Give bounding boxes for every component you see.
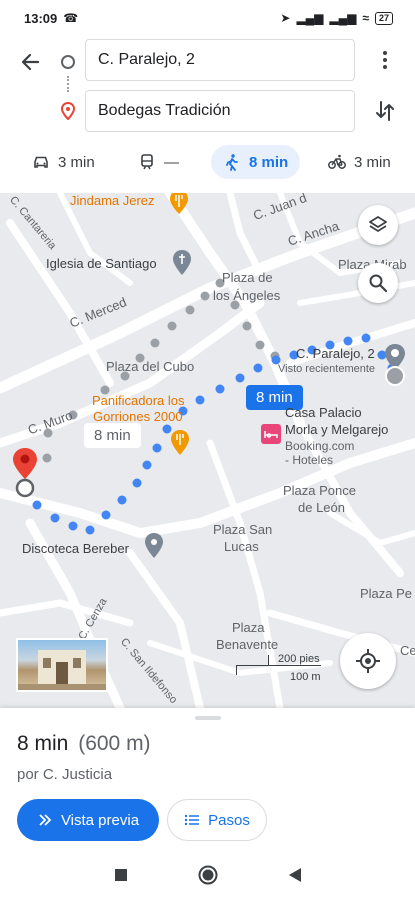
hotel-icon[interactable] [260,423,282,445]
system-nav-bar [0,850,415,900]
layers-icon [369,216,387,232]
scale-bar [236,665,321,666]
food-pin-icon[interactable] [169,429,191,457]
dot [383,51,387,55]
plaza-cubo-label: Plaza del Cubo [106,359,195,374]
more-options-button[interactable] [373,48,397,72]
dot [383,58,387,62]
location-arrow-icon: ➤ [280,11,291,25]
destination-pin-icon [60,102,76,120]
mode-bike-label: 3 min [354,153,391,171]
plaza-angeles-label-1: Plaza de [222,270,273,285]
status-bar: 13:09 ☎ ➤ ▂▄▆ ▂▄▆ ≈ 27 [0,0,415,36]
dot [383,65,387,69]
car-icon [34,156,48,168]
plaza-benavente-2: Benavente [216,637,279,652]
route-duration: 8 min [17,732,69,755]
swap-route-button[interactable] [373,99,397,123]
place-pin-icon[interactable] [143,532,165,560]
route-distance: (600 m) [78,732,151,755]
plaza-san-lucas-1: Plaza San [213,522,273,537]
ce-label: Ce [400,643,415,658]
alt-route-duration[interactable]: 8 min [84,423,141,448]
poi-iglesia-santiago[interactable]: Iglesia de Santiago [46,256,157,271]
origin-circle-icon [61,55,75,69]
poi-casa-palacio-4: - Hoteles [285,453,334,467]
route-summary-sheet[interactable]: 8 min (600 m) por C. Justicia Vista prev… [0,708,415,850]
plaza-san-lucas-2: Lucas [224,539,259,554]
restaurant-pin-icon[interactable] [168,193,190,215]
origin-input[interactable]: C. Paralejo, 2 [85,39,355,81]
preview-button[interactable]: Vista previa [17,799,159,841]
directions-header: C. Paralejo, 2 Bodegas Tradición [0,36,415,136]
steps-label: Pasos [208,811,250,829]
scale-feet: 200 pies [278,653,320,665]
recently-viewed-label: Visto recientemente [278,363,376,375]
poi-jindama[interactable]: Jindama Jerez [70,193,155,208]
plaza-benavente-1: Plaza [232,620,265,635]
wifi-icon: ≈ [362,11,369,25]
mode-car-label: 3 min [58,153,95,171]
arrow-left-icon [21,53,40,71]
travel-modes: 3 min — 8 min 3 min [0,142,415,182]
route-via: por C. Justicia [17,766,113,783]
street-view-thumbnail[interactable] [16,638,108,692]
poi-casa-palacio-2[interactable]: Morla y Melgarejo [285,422,388,437]
mode-transit[interactable]: — [126,145,191,179]
route-connector [67,76,69,92]
recents-button[interactable] [114,868,128,882]
poi-panificadora-2[interactable]: Gorriones 2000 [93,409,183,424]
walk-icon [226,154,238,171]
status-time: 13:09 [24,10,58,26]
street-view-image [18,650,106,690]
poi-casa-palacio-1[interactable]: Casa Palacio [285,405,362,420]
steps-button[interactable]: Pasos [167,799,267,841]
bike-icon [328,154,346,169]
my-location-button[interactable] [340,633,396,689]
plaza-pe-label: Plaza Pe [360,586,413,601]
map-view[interactable]: Jindama Jerez C. Juan d C. Cantareria C.… [0,193,415,708]
origin-label[interactable]: C. Paralejo, 2 [296,346,375,361]
plaza-ponce-1: Plaza Ponce [283,483,356,498]
poi-discoteca[interactable]: Discoteca Bereber [22,541,129,556]
home-button[interactable] [198,865,218,885]
sheet-drag-handle[interactable] [195,716,221,720]
train-icon [141,154,153,170]
layers-button[interactable] [358,205,398,245]
scale-tick [236,665,237,675]
my-location-icon [356,649,380,673]
mode-bike[interactable]: 3 min [316,145,403,179]
search-icon [369,274,388,293]
mode-transit-label: — [164,153,179,171]
signal-icon-2: ▂▄▆ [329,11,357,25]
search-map-button[interactable] [358,263,398,303]
map-scale: 200 pies 100 m [236,653,326,687]
double-chevron-icon [39,814,52,826]
signal-icon: ▂▄▆ [296,11,324,25]
scale-meters: 100 m [290,671,321,683]
mode-walk[interactable]: 8 min [211,145,301,179]
plaza-angeles-label-2: los Ángeles [213,288,281,303]
call-forward-icon: ☎ [63,11,79,25]
mode-walk-label: 8 min [249,153,289,171]
back-nav-button[interactable] [288,867,302,883]
preview-label: Vista previa [60,811,140,829]
list-icon [184,814,200,826]
route-time: 8 min (600 m) [17,732,151,756]
poi-casa-palacio-3: Booking.com [285,439,355,453]
battery-icon: 27 [374,11,393,25]
church-pin-icon[interactable] [171,249,193,277]
poi-panificadora-1[interactable]: Panificadora los [92,393,185,408]
scale-tick [268,655,269,665]
back-button[interactable] [16,48,44,76]
destination-input[interactable]: Bodegas Tradición [85,90,355,132]
plaza-ponce-2: de León [298,500,345,515]
destination-marker-icon[interactable] [10,447,40,499]
mode-car[interactable]: 3 min [20,145,107,179]
origin-marker-icon[interactable] [382,343,408,389]
